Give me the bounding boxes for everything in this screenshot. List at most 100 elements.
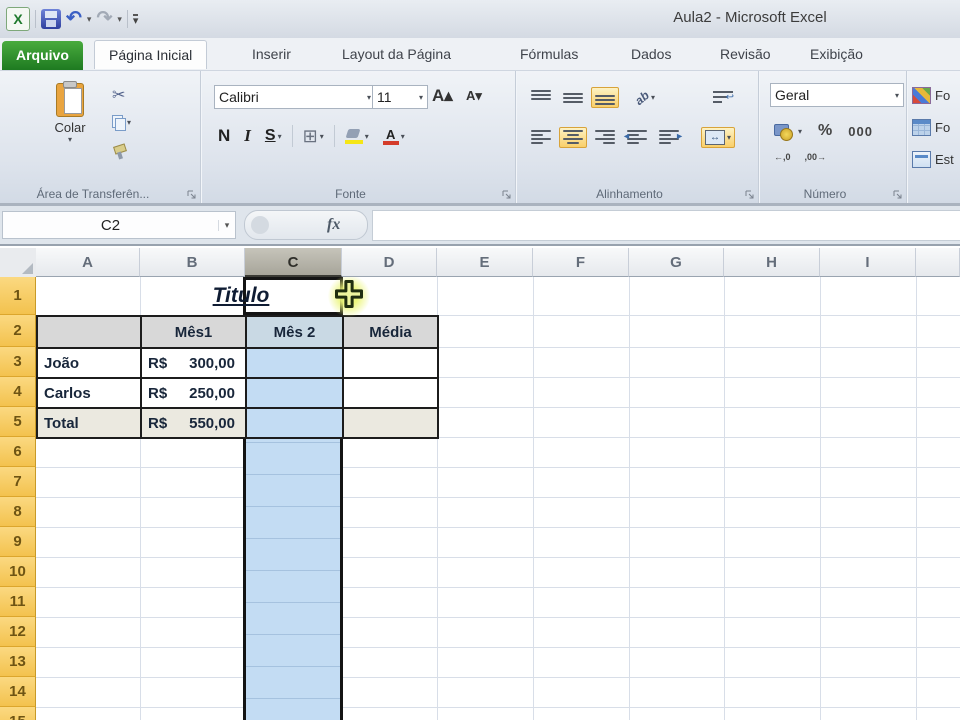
cell-B4[interactable]: R$ 250,00 (140, 377, 247, 409)
fill-color-dropdown-icon[interactable]: ▾ (365, 132, 369, 141)
clipboard-dialog-launcher-icon[interactable] (187, 190, 197, 200)
row-header-13[interactable]: 13 (0, 647, 36, 677)
tab-pagina-inicial[interactable]: Página Inicial (94, 40, 208, 69)
col-header-partial[interactable] (916, 248, 960, 277)
tab-formulas[interactable]: Fórmulas (506, 40, 592, 68)
merge-center-dropdown-icon[interactable]: ▾ (727, 133, 731, 142)
increase-indent-button[interactable]: ► (655, 127, 684, 148)
percent-style-button[interactable]: % (814, 119, 836, 143)
cell-A2[interactable] (36, 315, 142, 349)
col-header-A[interactable]: A (36, 248, 140, 277)
orientation-button[interactable]: ab ▾ (631, 88, 659, 108)
col-header-D[interactable]: D (342, 248, 437, 277)
save-icon[interactable] (41, 9, 61, 29)
row-header-2[interactable]: 2 (0, 315, 36, 347)
align-center-button[interactable] (559, 127, 587, 148)
italic-button[interactable]: I (240, 123, 255, 149)
font-name-combobox[interactable]: Calibri ▾ (214, 85, 376, 109)
row-header-1[interactable]: 1 (0, 277, 36, 315)
align-left-button[interactable] (527, 127, 555, 148)
number-format-dropdown-icon[interactable]: ▾ (895, 91, 899, 100)
customize-qat-icon[interactable]: ▾ (132, 13, 139, 26)
format-as-table-button[interactable]: Fo (912, 119, 950, 136)
col-header-G[interactable]: G (629, 248, 724, 277)
fill-color-button[interactable]: ▾ (341, 125, 373, 147)
orientation-dropdown-icon[interactable]: ▾ (651, 93, 655, 102)
row-header-15[interactable]: 15 (0, 707, 36, 720)
row-header-5[interactable]: 5 (0, 407, 36, 437)
grow-font-button[interactable]: A▴ (428, 83, 457, 109)
font-color-button[interactable]: A ▾ (379, 125, 409, 148)
paste-button[interactable]: Colar ▾ (42, 81, 98, 144)
font-size-dropdown-icon[interactable]: ▾ (419, 93, 423, 102)
bold-button[interactable]: N (214, 123, 234, 149)
cell-D3[interactable] (342, 347, 439, 379)
col-header-I[interactable]: I (820, 248, 916, 277)
cell-D5[interactable] (342, 407, 439, 439)
cell-A3[interactable]: João (36, 347, 142, 379)
tab-arquivo[interactable]: Arquivo (2, 41, 83, 70)
tab-layout-da-pagina[interactable]: Layout da Página (328, 40, 465, 68)
cell-C4[interactable] (245, 377, 344, 409)
number-format-combobox[interactable]: Geral ▾ (770, 83, 904, 107)
borders-dropdown-icon[interactable]: ▾ (320, 132, 324, 141)
copy-dropdown-icon[interactable]: ▾ (127, 118, 131, 127)
name-box-dropdown-icon[interactable]: ▾ (218, 219, 235, 231)
name-box[interactable]: C2 ▾ (2, 211, 236, 239)
row-header-9[interactable]: 9 (0, 527, 36, 557)
accounting-format-button[interactable]: ▾ (770, 120, 806, 142)
col-header-B[interactable]: B (140, 248, 245, 277)
increase-decimal-button[interactable]: ←,0 (770, 149, 795, 165)
cell-B5[interactable]: R$ 550,00 (140, 407, 247, 439)
paste-dropdown-icon[interactable]: ▾ (42, 135, 98, 144)
row-header-14[interactable]: 14 (0, 677, 36, 707)
tab-exibicao[interactable]: Exibição (796, 40, 877, 68)
align-right-button[interactable] (591, 127, 619, 148)
cell-B3[interactable]: R$ 300,00 (140, 347, 247, 379)
cell-grid[interactable]: Mês1 Mês 2 Média João R$ 300,00 Carlos R… (36, 277, 960, 720)
cell-C5[interactable] (245, 407, 344, 439)
tab-inserir[interactable]: Inserir (238, 40, 305, 68)
tab-dados[interactable]: Dados (617, 40, 685, 68)
row-header-3[interactable]: 3 (0, 347, 36, 377)
insert-function-area[interactable]: fx (244, 210, 368, 240)
cell-A5[interactable]: Total (36, 407, 142, 439)
font-size-combobox[interactable]: 11 ▾ (372, 85, 428, 109)
formula-input[interactable] (372, 210, 960, 241)
cell-D4[interactable] (342, 377, 439, 409)
borders-button[interactable]: ⊞ ▾ (299, 124, 328, 148)
comma-style-button[interactable]: 000 (844, 121, 877, 142)
shrink-font-button[interactable]: A▾ (462, 85, 486, 107)
redo-dropdown-icon[interactable]: ▾ (117, 14, 122, 25)
cell-D2[interactable]: Média (342, 315, 439, 349)
row-header-12[interactable]: 12 (0, 617, 36, 647)
currency-dropdown-icon[interactable]: ▾ (798, 127, 802, 136)
row-header-6[interactable]: 6 (0, 437, 36, 467)
copy-button[interactable]: ▾ (112, 115, 131, 131)
undo-icon[interactable]: ↶ (66, 9, 82, 29)
fx-icon[interactable]: fx (327, 216, 340, 234)
cell-C2-active[interactable]: Mês 2 (245, 315, 344, 349)
align-middle-button[interactable] (559, 87, 587, 108)
col-header-F[interactable]: F (533, 248, 629, 277)
tab-revisao[interactable]: Revisão (706, 40, 785, 68)
align-top-button[interactable] (527, 87, 555, 108)
cell-B2[interactable]: Mês1 (140, 315, 247, 349)
cell-title-B1[interactable]: Titulo (140, 279, 342, 313)
font-color-dropdown-icon[interactable]: ▾ (401, 132, 405, 141)
cut-button[interactable]: ✂ (112, 85, 125, 105)
cell-styles-button[interactable]: Est (912, 151, 954, 168)
decrease-decimal-button[interactable]: ,00→ (801, 149, 831, 165)
row-header-8[interactable]: 8 (0, 497, 36, 527)
underline-dropdown-icon[interactable]: ▾ (278, 132, 282, 141)
row-header-4[interactable]: 4 (0, 377, 36, 407)
align-bottom-button[interactable] (591, 87, 619, 108)
alignment-dialog-launcher-icon[interactable] (745, 190, 755, 200)
row-header-11[interactable]: 11 (0, 587, 36, 617)
font-dialog-launcher-icon[interactable] (502, 190, 512, 200)
font-name-dropdown-icon[interactable]: ▾ (367, 93, 371, 102)
row-header-10[interactable]: 10 (0, 557, 36, 587)
col-header-E[interactable]: E (437, 248, 533, 277)
cell-A4[interactable]: Carlos (36, 377, 142, 409)
underline-button[interactable]: S ▾ (261, 124, 286, 148)
